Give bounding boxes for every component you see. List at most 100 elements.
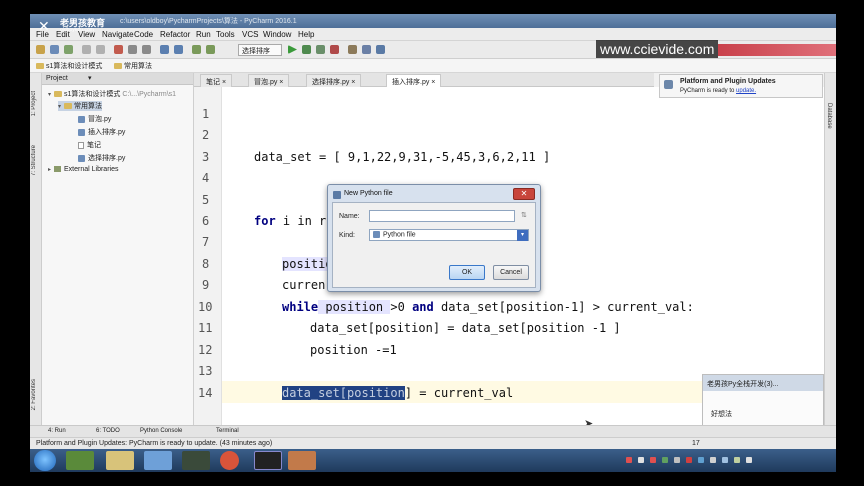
editor-tab[interactable]: 选择排序.py × bbox=[306, 74, 362, 87]
pycharm-window: c:\users\oldboy\PycharmProjects\算法 - PyC… bbox=[30, 14, 836, 472]
menu-window[interactable]: Window bbox=[263, 30, 291, 39]
caret-position[interactable]: 17 bbox=[692, 440, 700, 447]
menu-code[interactable]: Code bbox=[134, 30, 153, 39]
info-icon bbox=[664, 80, 673, 89]
tab-structure[interactable]: 7: Structure bbox=[31, 145, 37, 176]
pycharm-icon[interactable] bbox=[254, 451, 282, 470]
ok-button[interactable]: OK bbox=[449, 265, 485, 280]
line-number: 7 bbox=[202, 235, 210, 249]
cancel-button[interactable]: Cancel bbox=[493, 265, 529, 280]
code-line-9: curren bbox=[282, 278, 326, 292]
left-tool-strip: 1: Project 7: Structure 2: Favorites bbox=[30, 73, 42, 425]
run-icon[interactable] bbox=[288, 45, 297, 54]
close-button[interactable]: ✕ bbox=[513, 188, 535, 200]
line-number: 14 bbox=[198, 386, 213, 400]
replace-icon[interactable] bbox=[174, 45, 183, 54]
tray-icon[interactable] bbox=[710, 457, 716, 463]
network-icon[interactable] bbox=[144, 451, 172, 470]
line-number: 1 bbox=[202, 107, 210, 121]
status-message[interactable]: Platform and Plugin Updates: PyCharm is … bbox=[36, 440, 272, 447]
notification-text: PyCharm is ready to update. bbox=[680, 88, 757, 94]
popup-title: 老男孩Py全栈开发(3)... bbox=[703, 375, 823, 391]
start-button[interactable] bbox=[34, 450, 56, 471]
tab-run[interactable]: 4: Run bbox=[48, 428, 66, 434]
project-header: Project ▾ bbox=[42, 73, 193, 85]
line-number: 8 bbox=[202, 257, 210, 271]
tab-python-console[interactable]: Python Console bbox=[140, 428, 182, 434]
tab-todo[interactable]: 6: TODO bbox=[96, 428, 120, 434]
notification-title: Platform and Plugin Updates bbox=[680, 78, 776, 85]
sdk-icon[interactable] bbox=[376, 45, 385, 54]
tree-item-file[interactable]: 冒泡.py bbox=[78, 114, 111, 124]
tree-item-folder[interactable]: ▾ 常用算法 bbox=[58, 101, 102, 111]
line-number: 6 bbox=[202, 214, 210, 228]
breadcrumb-project[interactable]: s1算法和设计模式 bbox=[36, 61, 102, 71]
editor-tab[interactable]: 笔记 × bbox=[200, 74, 233, 87]
breadcrumb: s1算法和设计模式 常用算法 bbox=[30, 59, 836, 73]
menu-vcs[interactable]: VCS bbox=[242, 30, 258, 39]
run-configuration-select[interactable]: 选择排序 bbox=[238, 44, 282, 56]
tree-item-file[interactable]: 笔记 bbox=[78, 140, 101, 150]
tray-icon[interactable] bbox=[686, 457, 692, 463]
paste-icon[interactable] bbox=[142, 45, 151, 54]
tray-icon[interactable] bbox=[650, 457, 656, 463]
stop-icon[interactable] bbox=[330, 45, 339, 54]
tray-icon[interactable] bbox=[674, 457, 680, 463]
editor-tab[interactable]: 冒泡.py × bbox=[248, 74, 290, 87]
tray-icon[interactable] bbox=[662, 457, 668, 463]
tray-icon[interactable] bbox=[698, 457, 704, 463]
cut-icon[interactable] bbox=[114, 45, 123, 54]
project-title[interactable]: Project bbox=[46, 75, 68, 82]
tab-favorites[interactable]: 2: Favorites bbox=[31, 379, 37, 410]
update-notification[interactable]: Platform and Plugin Updates PyCharm is r… bbox=[659, 74, 823, 98]
tab-terminal[interactable]: Terminal bbox=[216, 428, 239, 434]
breadcrumb-folder[interactable]: 常用算法 bbox=[114, 61, 152, 71]
volume-icon[interactable] bbox=[722, 457, 728, 463]
tab-database[interactable]: Database bbox=[826, 103, 832, 129]
tray-icon[interactable] bbox=[746, 457, 752, 463]
save-icon[interactable] bbox=[50, 45, 59, 54]
open-folder-icon[interactable] bbox=[36, 45, 45, 54]
coverage-icon[interactable] bbox=[316, 45, 325, 54]
chevron-down-icon[interactable]: ▾ bbox=[88, 74, 92, 82]
explorer-icon[interactable] bbox=[106, 451, 134, 470]
code-line-10: while position >0 and data_set[position-… bbox=[282, 300, 694, 314]
find-icon[interactable] bbox=[160, 45, 169, 54]
new-python-file-dialog: New Python file ✕ Name: ⇅ Kind: Python f… bbox=[327, 184, 541, 292]
tab-project[interactable]: 1: Project bbox=[31, 91, 37, 116]
tray-icon[interactable] bbox=[638, 457, 644, 463]
tree-item-external-libraries[interactable]: ▸ External Libraries bbox=[48, 166, 118, 173]
sync-icon[interactable] bbox=[64, 45, 73, 54]
taskbar-app-icon[interactable] bbox=[288, 451, 316, 470]
forward-icon[interactable] bbox=[206, 45, 215, 54]
tray-icon[interactable] bbox=[626, 457, 632, 463]
tray-icon[interactable] bbox=[734, 457, 740, 463]
redo-icon[interactable] bbox=[96, 45, 105, 54]
code-line-8: positio bbox=[282, 257, 333, 271]
tree-item-file[interactable]: 选择排序.py bbox=[78, 153, 125, 163]
update-link[interactable]: update. bbox=[736, 88, 756, 94]
debug-icon[interactable] bbox=[302, 45, 311, 54]
taskbar-app-icon[interactable] bbox=[182, 451, 210, 470]
undo-icon[interactable] bbox=[82, 45, 91, 54]
chrome-icon[interactable] bbox=[220, 451, 239, 470]
settings-icon[interactable] bbox=[348, 45, 357, 54]
menu-run[interactable]: Run bbox=[196, 30, 211, 39]
structure-icon[interactable] bbox=[362, 45, 371, 54]
menu-tools[interactable]: Tools bbox=[216, 30, 235, 39]
tree-item-file[interactable]: 插入排序.py bbox=[78, 127, 125, 137]
updown-icon[interactable]: ⇅ bbox=[521, 211, 527, 219]
watermark-bar bbox=[718, 44, 836, 56]
chevron-down-icon[interactable]: ▾ bbox=[517, 230, 528, 241]
name-input[interactable] bbox=[369, 210, 515, 222]
editor-tab-active[interactable]: 插入排序.py × bbox=[386, 74, 442, 87]
back-icon[interactable] bbox=[192, 45, 201, 54]
menu-refactor[interactable]: Refactor bbox=[160, 30, 190, 39]
library-icon bbox=[54, 166, 61, 173]
tree-item-project-root[interactable]: ▾ s1算法和设计模式 C:\...\Pycharm\s1 bbox=[48, 89, 176, 99]
copy-icon[interactable] bbox=[128, 45, 137, 54]
menu-help[interactable]: Help bbox=[298, 30, 314, 39]
taskbar-app-icon[interactable] bbox=[66, 451, 94, 470]
kind-select[interactable]: Python file ▾ bbox=[369, 229, 529, 241]
line-number: 9 bbox=[202, 278, 210, 292]
